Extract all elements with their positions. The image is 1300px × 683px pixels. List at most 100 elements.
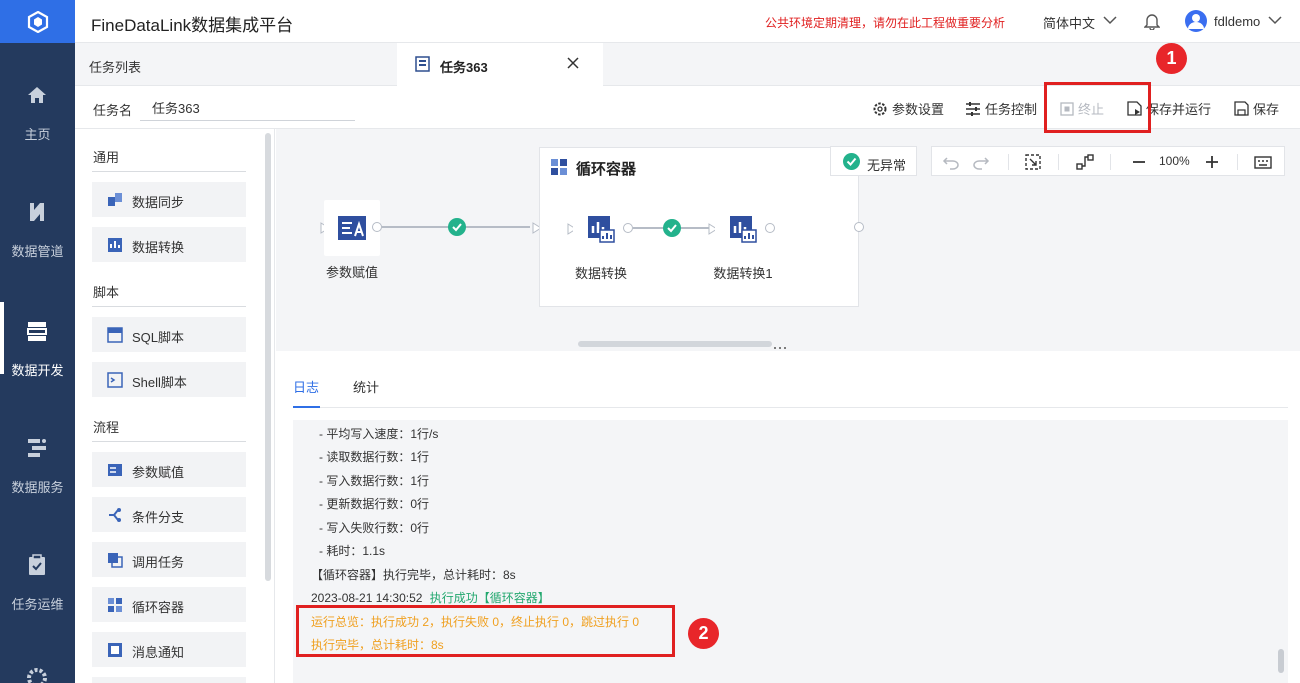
palette-item-param-assign[interactable]: 参数赋值 — [92, 452, 246, 487]
log-timestamp: 2023-08-21 14:30:52 — [311, 591, 423, 605]
language-selector[interactable]: 简体中文 — [1043, 13, 1095, 32]
layout-icon[interactable] — [1076, 153, 1094, 171]
palette-section-title: 脚本 — [93, 285, 120, 300]
palette-item-shell-script[interactable]: Shell脚本 — [92, 362, 246, 397]
palette-item-more[interactable] — [92, 677, 246, 683]
task-name-input[interactable] — [140, 94, 355, 121]
divider — [1237, 154, 1238, 170]
user-icon — [1188, 14, 1204, 29]
palette-item-sql-script[interactable]: SQL脚本 — [92, 317, 246, 352]
tab-log[interactable]: 日志 — [293, 377, 319, 396]
sliders-icon — [966, 101, 980, 116]
data-sync-icon — [108, 193, 122, 206]
data-transform-icon — [108, 238, 122, 252]
redo-icon[interactable] — [972, 153, 990, 171]
tab-task-list[interactable]: 任务列表 — [89, 57, 141, 76]
palette-scrollbar[interactable] — [265, 133, 271, 581]
tab-stats[interactable]: 统计 — [353, 377, 379, 396]
status-indicator[interactable]: 无异常 — [830, 146, 917, 176]
zoom-out-icon[interactable] — [1130, 153, 1148, 171]
node-palette: 通用 数据同步 数据转换 脚本 SQL脚本 Shell脚本 流程 参数赋值 条件… — [75, 129, 275, 683]
tab-task[interactable]: 任务363 — [397, 43, 603, 86]
log-scrollbar[interactable] — [1278, 649, 1284, 673]
save-button[interactable]: 保存 — [1234, 99, 1279, 118]
palette-item-message-notify[interactable]: 消息通知 — [92, 632, 246, 667]
keyboard-icon[interactable] — [1254, 153, 1272, 171]
message-icon — [108, 643, 122, 657]
palette-item-label: 数据转换 — [132, 240, 185, 255]
chevron-down-icon[interactable] — [1268, 15, 1282, 25]
params-settings-button[interactable]: 参数设置 — [872, 99, 944, 118]
canvas-toolbar: 100% — [931, 146, 1285, 176]
shell-script-icon — [107, 372, 123, 388]
palette-item-label: 调用任务 — [132, 555, 185, 570]
loop-container[interactable]: 循环容器 数据转换 数据转换1 — [539, 147, 859, 307]
output-port[interactable] — [372, 222, 382, 232]
undo-icon[interactable] — [942, 153, 960, 171]
palette-item-call-task[interactable]: 调用任务 — [92, 542, 246, 577]
node-label: 参数赋值 — [325, 265, 378, 280]
node-data-transform-1[interactable] — [715, 201, 771, 257]
divider — [92, 171, 246, 172]
palette-item-data-transform[interactable]: 数据转换 — [92, 227, 246, 262]
nav-item-task-ops[interactable]: 任务运维 — [0, 554, 75, 644]
app-logo[interactable] — [0, 0, 75, 43]
nav-label: 数据服务 — [11, 480, 64, 495]
nav-item-data-service[interactable]: 数据服务 — [0, 437, 75, 527]
palette-section-title: 通用 — [93, 150, 120, 165]
task-name-label: 任务名 — [93, 103, 133, 118]
output-port[interactable] — [623, 223, 633, 233]
log-line: - 写入失败行数：0行 — [319, 521, 430, 535]
divider — [293, 407, 1288, 408]
gear-icon — [873, 102, 887, 115]
nav-item-home[interactable]: 主页 — [0, 84, 75, 174]
control-label: 任务控制 — [985, 102, 1038, 117]
params-label: 参数设置 — [892, 102, 945, 117]
container-output-port[interactable] — [854, 222, 864, 232]
node-data-transform[interactable] — [573, 201, 629, 257]
chevron-down-icon[interactable] — [1103, 15, 1117, 25]
user-avatar[interactable] — [1185, 10, 1207, 32]
pipeline-icon — [30, 203, 44, 221]
loop-container-icon — [551, 159, 567, 175]
log-line: - 耗时：1.1s — [319, 544, 386, 558]
close-icon[interactable] — [566, 56, 580, 70]
divider — [1058, 154, 1059, 170]
palette-item-label: SQL脚本 — [132, 330, 185, 345]
palette-item-data-sync[interactable]: 数据同步 — [92, 182, 246, 217]
nav-item-pipeline[interactable]: 数据管道 — [0, 201, 75, 291]
data-transform-icon — [730, 216, 757, 243]
flow-canvas[interactable]: 参数赋值 循环容器 数据转换 数据转换1 无异常 100% — [276, 129, 1300, 354]
log-line: 2023-08-21 14:30:52 执行成功【循环容器】 — [311, 589, 550, 606]
nav-label: 主页 — [24, 127, 51, 142]
nav-label: 数据管道 — [11, 244, 64, 259]
highlight-box — [296, 605, 675, 657]
log-success-text: 执行成功【循环容器】 — [429, 591, 550, 605]
fit-view-icon[interactable] — [1024, 153, 1042, 171]
zoom-in-icon[interactable] — [1203, 153, 1221, 171]
task-file-icon — [415, 56, 430, 72]
task-ops-icon — [29, 554, 45, 575]
branch-icon — [109, 508, 121, 522]
task-control-button[interactable]: 任务控制 — [965, 99, 1037, 118]
palette-item-loop-container[interactable]: 循环容器 — [92, 587, 246, 622]
palette-item-condition-branch[interactable]: 条件分支 — [92, 497, 246, 532]
output-port[interactable] — [765, 223, 775, 233]
palette-section-title: 流程 — [93, 420, 120, 435]
highlight-box — [1044, 82, 1151, 133]
param-assign-icon — [108, 464, 122, 476]
nav-label: 任务运维 — [11, 597, 64, 612]
loop-container-icon — [108, 598, 122, 612]
username[interactable]: fdldemo — [1214, 14, 1260, 29]
log-line: - 平均写入速度：1行/s — [319, 427, 439, 441]
nav-label: 数据开发 — [11, 363, 64, 378]
top-header: FineDataLink数据集成平台 公共环境定期清理，请勿在此工程做重要分析 … — [75, 0, 1300, 43]
notice-text: 公共环境定期清理，请勿在此工程做重要分析 — [765, 16, 1006, 30]
canvas-scrollbar[interactable] — [578, 341, 772, 347]
success-check-icon — [663, 219, 681, 237]
save-label: 保存 — [1253, 102, 1280, 117]
settings-icon[interactable] — [26, 667, 48, 683]
logo-icon — [27, 10, 48, 33]
nav-item-data-dev[interactable]: 数据开发 — [0, 302, 75, 410]
bell-icon[interactable] — [1144, 12, 1160, 30]
